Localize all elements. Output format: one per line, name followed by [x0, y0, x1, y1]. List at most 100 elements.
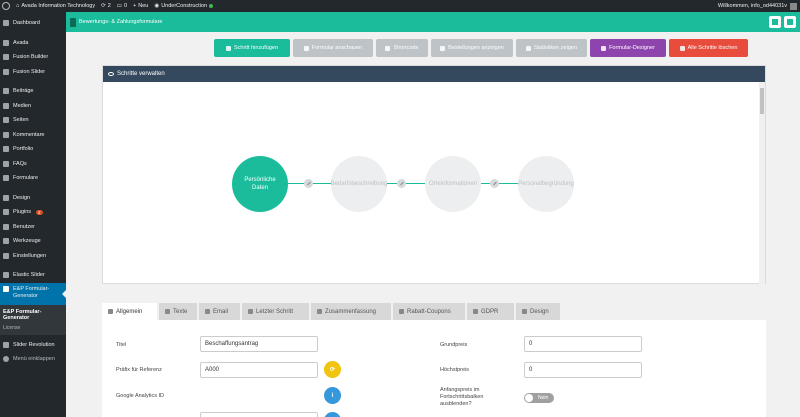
- next-info-button[interactable]: [324, 412, 341, 417]
- text-icon: [165, 309, 170, 314]
- general-settings-form: Titel Beschaffungsantrag Präfix für Refe…: [102, 320, 766, 417]
- title-input[interactable]: Beschaffungsantrag: [200, 336, 318, 352]
- hide-initial-price-label: Anfangspreis im Fortschrittsbalken ausbl…: [440, 387, 484, 407]
- sidebar-item-comments[interactable]: Kommentare: [0, 128, 66, 143]
- sidebar-collapse-menu[interactable]: Menü einklappen: [0, 352, 66, 367]
- comments-count: 0: [124, 3, 128, 9]
- step-connector: [499, 183, 518, 184]
- bar-chart-icon: [525, 45, 531, 51]
- step-node[interactable]: Persönliche Daten: [232, 156, 288, 212]
- hide-initial-price-toggle[interactable]: Nein: [524, 393, 554, 403]
- step-label: Bedarfsbeschreibung: [330, 181, 388, 187]
- sidebar-item-users[interactable]: Benutzer: [0, 220, 66, 235]
- tab-design[interactable]: Design: [516, 303, 560, 320]
- sidebar-item-label: Portfolio: [13, 146, 34, 153]
- regenerate-prefix-button[interactable]: ⟳: [324, 361, 341, 378]
- show-orders-label: Bestellungen anzeigen: [448, 45, 504, 51]
- sidebar-item-label: Benutzer: [13, 223, 36, 230]
- sidebar-item-label: Slider Revolution: [13, 341, 55, 348]
- email-icon: [205, 309, 210, 314]
- step-label: Personalbegründung: [518, 181, 574, 187]
- sidebar-item-plugins[interactable]: Plugins 2: [0, 205, 66, 220]
- gear-icon: [108, 309, 113, 314]
- sidebar-item-label: Fusion Builder: [13, 54, 49, 61]
- max-price-input[interactable]: 0: [524, 362, 642, 378]
- construction-icon: ◉: [154, 3, 160, 9]
- sidebar-item-design[interactable]: Design: [0, 191, 66, 206]
- tab-summary[interactable]: Zusammenfassung: [311, 303, 391, 320]
- delete-all-steps-button[interactable]: Alle Schritte löschen: [669, 39, 748, 57]
- grid-view-button[interactable]: [784, 16, 796, 28]
- calendar-button[interactable]: [769, 16, 781, 28]
- toggle-label: Nein: [538, 395, 549, 401]
- view-form-button[interactable]: Formular anschauen: [293, 39, 373, 57]
- pages-icon: [3, 117, 9, 124]
- sidebar-item-form-generator[interactable]: E&P Formular-Generator: [0, 282, 66, 305]
- sidebar-item-media[interactable]: Medien: [0, 99, 66, 114]
- avada-icon: [3, 39, 9, 46]
- faq-icon: [3, 160, 9, 167]
- dashboard-icon: [3, 20, 9, 27]
- sidebar-item-faqs[interactable]: FAQs: [0, 157, 66, 172]
- shortcode-button[interactable]: Shortcode: [376, 39, 428, 57]
- step-link-button[interactable]: [304, 179, 313, 188]
- delete-all-steps-label: Alle Schritte löschen: [687, 45, 738, 51]
- tab-email[interactable]: Email: [199, 303, 240, 320]
- sidebar-item-avada[interactable]: Avada: [0, 36, 66, 51]
- step-node[interactable]: Orteinformationen: [425, 156, 481, 212]
- step-link-button[interactable]: [490, 179, 499, 188]
- tab-label: Allgemein: [116, 308, 143, 315]
- site-name-link[interactable]: ⌂ Avada Information Technology: [16, 3, 95, 9]
- submenu-item-license[interactable]: License: [0, 323, 66, 333]
- tab-label: Design: [530, 308, 549, 315]
- tab-last-step[interactable]: Letzter Schritt: [242, 303, 309, 320]
- updates-link[interactable]: ⟳ 2: [101, 3, 111, 9]
- tab-gdpr[interactable]: GDPR: [467, 303, 514, 320]
- step-label: Orteinformationen: [428, 181, 478, 187]
- ga-info-button[interactable]: i: [324, 387, 341, 404]
- show-orders-button[interactable]: Bestellungen anzeigen: [431, 39, 513, 57]
- sidebar-item-fusion-builder[interactable]: Fusion Builder: [0, 50, 66, 65]
- settings-tabs: Allgemein Texte Email Letzter Schritt Zu…: [102, 303, 560, 320]
- new-link[interactable]: + Neu: [133, 3, 148, 9]
- prefix-input[interactable]: A000: [200, 362, 318, 378]
- sidebar-item-settings[interactable]: Einstellungen: [0, 249, 66, 264]
- sidebar-item-label: Menü einklappen: [13, 356, 55, 363]
- steps-panel-scrollbar[interactable]: [759, 82, 765, 284]
- sidebar-item-label: Elastic Slider: [13, 272, 45, 279]
- step-node[interactable]: Bedarfsbeschreibung: [331, 156, 387, 212]
- show-stats-button[interactable]: Statistiken zeigen: [516, 39, 587, 57]
- sidebar-item-forms[interactable]: Formulare: [0, 171, 66, 186]
- tab-texts[interactable]: Texte: [159, 303, 197, 320]
- updates-icon: ⟳: [101, 3, 106, 9]
- ga-id-input[interactable]: [200, 412, 318, 417]
- step-node[interactable]: Personalbegründung: [518, 156, 574, 212]
- sidebar-item-elastic-slider[interactable]: Elastic Slider: [0, 268, 66, 283]
- base-price-input[interactable]: 0: [524, 336, 642, 352]
- form-designer-button[interactable]: Formular-Designer: [590, 39, 666, 57]
- underconstruction-link[interactable]: ◉ UnderConstruction: [154, 3, 214, 9]
- media-icon: [3, 102, 9, 109]
- tab-label: Zusammenfassung: [325, 308, 377, 315]
- sidebar-item-pages[interactable]: Seiten: [0, 113, 66, 128]
- sidebar-item-fusion-slider[interactable]: Fusion Slider: [0, 65, 66, 80]
- sidebar-item-dashboard[interactable]: Dashboard: [0, 16, 66, 31]
- sidebar-item-label: Plugins: [13, 209, 32, 216]
- step-link-button[interactable]: [397, 179, 406, 188]
- sidebar-item-label: Werkzeuge: [13, 238, 41, 245]
- add-step-button[interactable]: Schritt hinzufügen: [214, 39, 290, 57]
- form-designer-label: Formular-Designer: [609, 45, 655, 51]
- my-account-link[interactable]: Willkommen, info_od44031v: [718, 2, 797, 10]
- sidebar-item-portfolio[interactable]: Portfolio: [0, 142, 66, 157]
- sidebar-item-posts[interactable]: Beiträge: [0, 84, 66, 99]
- wordpress-logo-icon[interactable]: [2, 2, 10, 10]
- submenu-item-form-generator[interactable]: E&P Formular-Generator: [0, 307, 66, 323]
- comments-link[interactable]: ▭ 0: [117, 3, 127, 9]
- scrollbar-thumb[interactable]: [760, 88, 764, 114]
- tab-coupons[interactable]: Rabatt-Coupons: [393, 303, 465, 320]
- tab-general[interactable]: Allgemein: [102, 303, 157, 320]
- grid-icon: [787, 19, 793, 25]
- trash-icon: [679, 45, 685, 51]
- sidebar-item-slider-revolution[interactable]: Slider Revolution: [0, 338, 66, 353]
- sidebar-item-tools[interactable]: Werkzeuge: [0, 234, 66, 249]
